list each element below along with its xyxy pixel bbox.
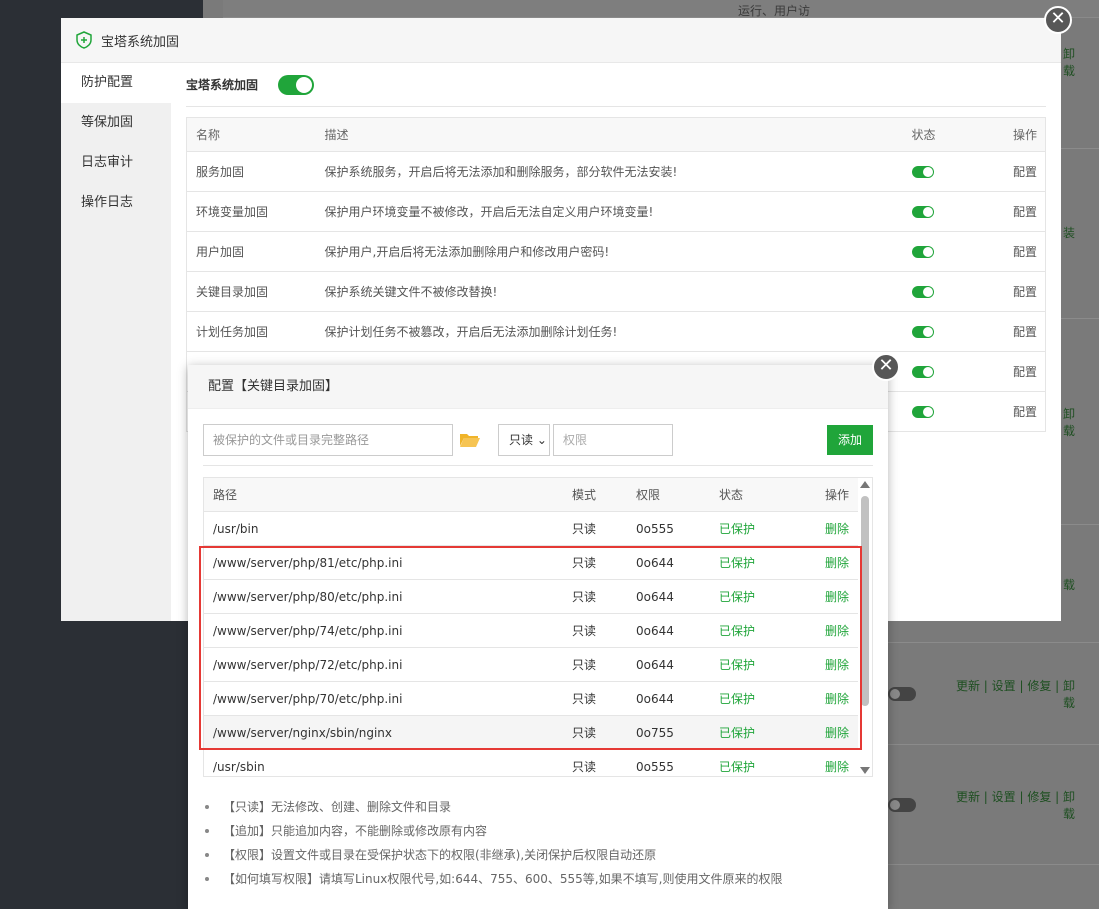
row-mode: 只读: [572, 522, 597, 536]
chevron-down-icon: ⌄: [533, 433, 547, 447]
background-action-line[interactable]: 载: [956, 806, 1075, 823]
row-desc: 保护用户环境变量不被修改，开启后无法自定义用户环境变量!: [324, 191, 912, 232]
column-header-op: 操作: [825, 488, 850, 502]
close-icon[interactable]: ✕: [872, 353, 900, 381]
background-top-text: 运行、用户访: [738, 4, 811, 18]
background-action-line[interactable]: 载: [956, 695, 1075, 712]
help-note: 【如何填写权限】请填写Linux权限代号,如:644、755、600、555等,…: [203, 867, 873, 891]
row-status-toggle[interactable]: [911, 286, 934, 298]
row-status-toggle[interactable]: [911, 246, 934, 258]
row-status-toggle[interactable]: [911, 406, 934, 418]
table-row: /usr/bin 只读 0o555 已保护 删除: [204, 512, 859, 546]
dialog-header: 宝塔系统加固: [61, 18, 1061, 63]
background-action-line[interactable]: 更新 | 设置 | 修复 | 卸: [956, 678, 1075, 695]
sidebar-item-protection[interactable]: 防护配置: [61, 63, 171, 103]
scroll-thumb[interactable]: [861, 496, 869, 706]
row-name: 关键目录加固: [186, 271, 325, 312]
dialog-title: 宝塔系统加固: [101, 34, 180, 50]
help-note: 【只读】无法修改、创建、删除文件和目录: [203, 795, 873, 819]
scroll-up-icon[interactable]: [860, 481, 870, 488]
row-path: /usr/bin: [213, 522, 259, 536]
help-note: 【权限】设置文件或目录在受保护状态下的权限(非继承),关闭保护后权限自动还原: [203, 843, 873, 867]
background-action-links[interactable]: 更新 | 设置 | 修复 | 卸 载: [956, 678, 1075, 712]
dialog-sidebar: 防护配置 等保加固 日志审计 操作日志: [61, 63, 171, 621]
table-row: /usr/sbin 只读 0o555 已保护 删除: [204, 750, 859, 776]
row-status-toggle[interactable]: [911, 206, 934, 218]
row-status-toggle[interactable]: [911, 326, 934, 338]
path-input[interactable]: 被保护的文件或目录完整路径: [203, 424, 453, 456]
background-install-link[interactable]: 装: [1063, 224, 1075, 241]
row-path: /usr/sbin: [213, 760, 265, 774]
row-config-link[interactable]: 配置: [986, 311, 1046, 352]
column-header-op: 操作: [986, 117, 1046, 152]
row-desc: 保护计划任务不被篡改，开启后无法添加删除计划任务!: [324, 311, 912, 352]
system-hardening-toggle[interactable]: [278, 74, 315, 95]
background-top-row: 运行、用户访: [223, 0, 1099, 18]
add-path-form: 被保护的文件或目录完整路径 只读 ⌄ 权限 添加: [203, 424, 873, 466]
background-uninstall-link[interactable]: 卸: [1063, 45, 1075, 62]
background-uninstall-link[interactable]: 卸: [1063, 405, 1075, 422]
mode-select-value: 只读: [509, 433, 534, 447]
row-name: 计划任务加固: [186, 311, 325, 352]
sidebar-item-log-audit[interactable]: 日志审计: [61, 143, 171, 183]
add-button[interactable]: 添加: [827, 425, 873, 455]
row-config-link[interactable]: 配置: [986, 151, 1046, 192]
system-toggle-row: 宝塔系统加固: [186, 63, 1046, 107]
row-config-link[interactable]: 配置: [986, 191, 1046, 232]
row-perm: 0o555: [636, 522, 674, 536]
background-action-links[interactable]: 更新 | 设置 | 修复 | 卸 载: [956, 789, 1075, 823]
row-mode: 只读: [572, 760, 597, 774]
row-desc: 保护用户,开启后将无法添加删除用户和修改用户密码!: [324, 231, 912, 272]
background-action-line[interactable]: 更新 | 设置 | 修复 | 卸: [956, 789, 1075, 806]
background-uninstall-link[interactable]: 载: [1063, 422, 1075, 439]
table-row: 关键目录加固 保护系统关键文件不被修改替换! 配置: [186, 271, 1046, 312]
column-header-name: 名称: [186, 117, 325, 152]
column-header-status: 状态: [719, 488, 744, 502]
table-header: 名称 描述 状态 操作: [186, 117, 1046, 152]
row-config-link[interactable]: 配置: [986, 351, 1046, 392]
help-note: 【追加】只能追加内容，不能删除或修改原有内容: [203, 819, 873, 843]
scroll-down-icon[interactable]: [860, 767, 870, 774]
folder-icon[interactable]: [459, 432, 481, 448]
row-status-toggle[interactable]: [911, 166, 934, 178]
row-name: 用户加固: [186, 231, 325, 272]
table-row: 服务加固 保护系统服务，开启后将无法添加和删除服务，部分软件无法安装! 配置: [186, 151, 1046, 192]
column-header-desc: 描述: [324, 117, 912, 152]
sidebar-item-operation-log[interactable]: 操作日志: [61, 183, 171, 223]
row-config-link[interactable]: 配置: [986, 271, 1046, 312]
shield-icon: [76, 31, 92, 49]
background-toggle[interactable]: [888, 798, 916, 812]
table-row: 用户加固 保护用户,开启后将无法添加删除用户和修改用户密码! 配置: [186, 231, 1046, 272]
column-header-status: 状态: [911, 117, 987, 152]
row-status: 已保护: [719, 760, 756, 774]
row-config-link[interactable]: 配置: [986, 231, 1046, 272]
background-toggle[interactable]: [888, 687, 916, 701]
column-header-path: 路径: [213, 488, 238, 502]
row-delete-link[interactable]: 删除: [825, 750, 849, 776]
system-toggle-label: 宝塔系统加固: [186, 78, 259, 92]
row-status: 已保护: [719, 522, 756, 536]
help-notes: 【只读】无法修改、创建、删除文件和目录 【追加】只能追加内容，不能删除或修改原有…: [203, 795, 873, 891]
sidebar-item-compliance[interactable]: 等保加固: [61, 103, 171, 143]
background-uninstall-link[interactable]: 载: [1063, 576, 1075, 593]
close-icon[interactable]: ✕: [1044, 6, 1072, 34]
row-name: 服务加固: [186, 151, 325, 192]
config-dialog-title: 配置【关键目录加固】: [188, 365, 888, 409]
row-name: 环境变量加固: [186, 191, 325, 232]
row-perm: 0o555: [636, 760, 674, 774]
highlight-box: [199, 546, 862, 750]
permission-input[interactable]: 权限: [553, 424, 673, 456]
background-uninstall-link[interactable]: 载: [1063, 62, 1075, 79]
row-config-link[interactable]: 配置: [986, 391, 1046, 432]
column-header-mode: 模式: [572, 488, 597, 502]
row-delete-link[interactable]: 删除: [825, 512, 849, 546]
column-header-perm: 权限: [636, 488, 661, 502]
table-row: 计划任务加固 保护计划任务不被篡改，开启后无法添加删除计划任务! 配置: [186, 311, 1046, 352]
mode-select[interactable]: 只读 ⌄: [498, 424, 550, 456]
row-desc: 保护系统服务，开启后将无法添加和删除服务，部分软件无法安装!: [324, 151, 912, 192]
table-row: 环境变量加固 保护用户环境变量不被修改，开启后无法自定义用户环境变量! 配置: [186, 191, 1046, 232]
list-header: 路径 模式 权限 状态 操作: [204, 478, 859, 512]
row-status-toggle[interactable]: [911, 366, 934, 378]
row-desc: 保护系统关键文件不被修改替换!: [324, 271, 912, 312]
